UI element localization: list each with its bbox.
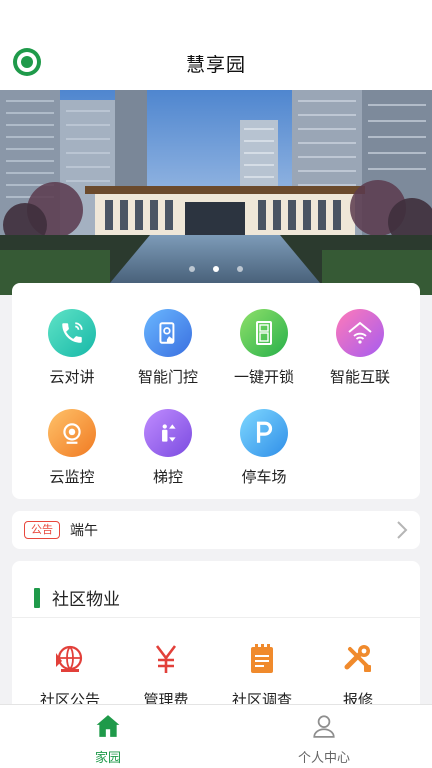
menu-item-one-key-unlock[interactable]: 一键开锁: [214, 309, 314, 387]
notice-bar[interactable]: 公告 端午: [12, 511, 420, 549]
section-header: 社区物业: [34, 585, 120, 610]
nav-tab-home[interactable]: 家园: [48, 713, 168, 766]
smart-home-icon: [336, 309, 384, 357]
chevron-right-icon: [397, 521, 408, 539]
carousel-dot-1[interactable]: [189, 266, 195, 272]
carousel-dot-2[interactable]: [213, 266, 219, 272]
app-header: 慧享园: [0, 0, 432, 90]
menu-item-smart-door[interactable]: 智能门控: [118, 309, 218, 387]
page-title: 慧享园: [185, 54, 246, 76]
menu-label: 智能门控: [137, 368, 198, 386]
survey-icon: [244, 641, 280, 677]
nav-tab-label: 家园: [94, 751, 121, 766]
elevator-icon: [144, 409, 192, 457]
camera-icon: [48, 409, 96, 457]
banner-carousel[interactable]: [0, 90, 432, 295]
quick-menu-card: 云对讲 智能门控 一键开锁 智能互联 云监控 梯控 停车场: [12, 283, 420, 499]
divider: [12, 617, 420, 618]
carousel-dot-3[interactable]: [237, 266, 243, 272]
door-control-icon: [144, 309, 192, 357]
notice-tag: 公告: [24, 521, 60, 539]
home-icon: [96, 715, 120, 737]
community-item-management-fee[interactable]: 管理费: [116, 641, 216, 710]
menu-label: 云对讲: [49, 368, 95, 386]
menu-item-smart-connect[interactable]: 智能互联: [310, 309, 410, 387]
section-accent-bar: [34, 587, 40, 608]
banner-image: [0, 90, 432, 295]
yuan-icon: [148, 641, 184, 677]
menu-label: 一键开锁: [233, 368, 294, 386]
app-screen: 慧享园 云对讲 智能门控 一键开锁 智能互联 云监控 梯控 停车场 公告 端午 …: [0, 0, 432, 768]
carousel-indicator: [0, 266, 432, 272]
menu-item-parking[interactable]: 停车场: [214, 409, 314, 487]
menu-label: 云监控: [49, 468, 95, 486]
bottom-navigation: 家园 个人中心: [0, 704, 432, 768]
menu-label: 停车场: [241, 468, 287, 486]
notice-text: 端午: [70, 523, 98, 539]
repair-icon: [340, 641, 376, 677]
announcement-icon: [52, 641, 88, 677]
menu-label: 梯控: [152, 468, 183, 486]
parking-icon: [240, 409, 288, 457]
community-item-repair[interactable]: 报修: [308, 641, 408, 710]
nav-tab-profile[interactable]: 个人中心: [264, 713, 384, 766]
phone-icon: [48, 309, 96, 357]
nav-tab-label: 个人中心: [297, 751, 350, 766]
menu-item-cloud-monitor[interactable]: 云监控: [22, 409, 122, 487]
menu-label: 智能互联: [329, 368, 390, 386]
section-title: 社区物业: [52, 590, 120, 610]
community-item-survey[interactable]: 社区调查: [212, 641, 312, 710]
menu-item-elevator[interactable]: 梯控: [118, 409, 218, 487]
user-icon: [313, 715, 335, 738]
menu-item-cloud-intercom[interactable]: 云对讲: [22, 309, 122, 387]
community-item-announcement[interactable]: 社区公告: [20, 641, 120, 710]
door-unlock-icon: [240, 309, 288, 357]
